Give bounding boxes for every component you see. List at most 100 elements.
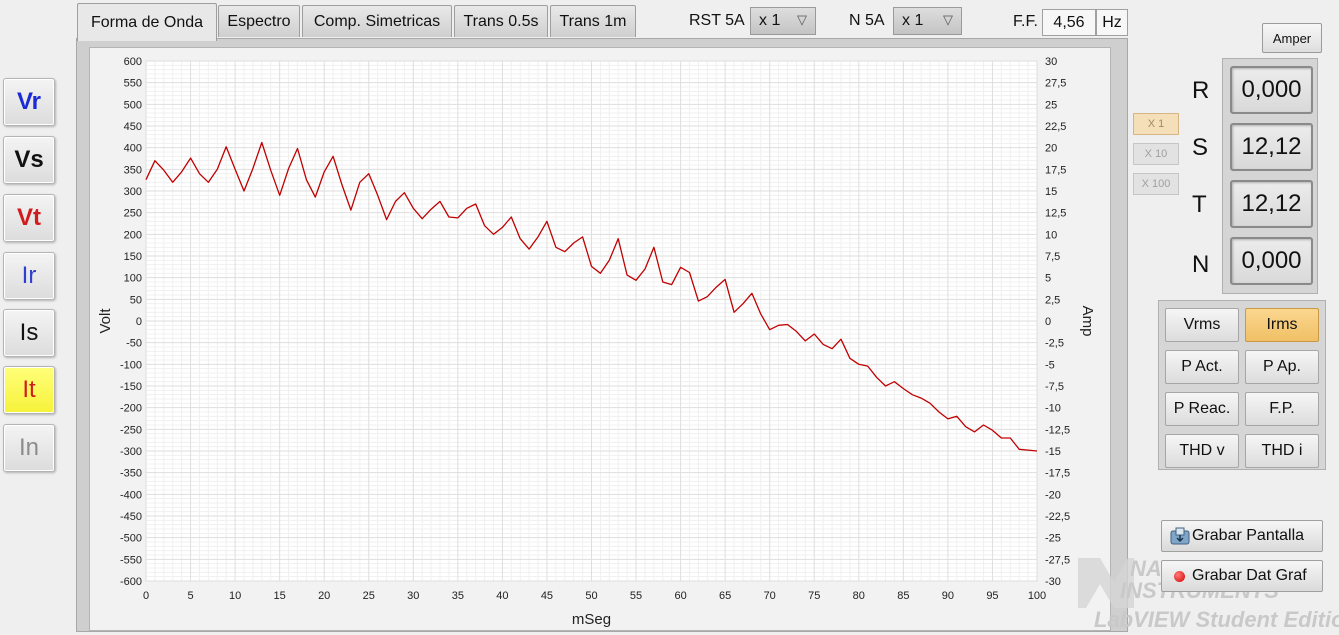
y2-tick-label: -27,5 bbox=[1045, 554, 1070, 566]
frequency-unit: Hz bbox=[1096, 9, 1128, 36]
y2-tick-label: 15 bbox=[1045, 186, 1057, 198]
measure-button-vrms[interactable]: Vrms bbox=[1165, 308, 1239, 342]
n-scale-dropdown[interactable]: x 1 ▽ bbox=[893, 7, 962, 35]
phase-label-n: N bbox=[1192, 251, 1210, 278]
phase-label-t: T bbox=[1192, 191, 1207, 218]
x-tick-label: 70 bbox=[764, 590, 776, 602]
x-tick-label: 20 bbox=[318, 590, 330, 602]
x-tick-label: 45 bbox=[541, 590, 553, 602]
scale-button-x100[interactable]: X 100 bbox=[1133, 173, 1179, 195]
measure-button-p-act[interactable]: P Act. bbox=[1165, 350, 1239, 384]
channel-button-vr[interactable]: Vr bbox=[3, 78, 55, 126]
channel-button-it[interactable]: It bbox=[3, 366, 55, 414]
y2-tick-label: 2,5 bbox=[1045, 294, 1060, 306]
measure-button-p-ap[interactable]: P Ap. bbox=[1245, 350, 1319, 384]
y-tick-label: -500 bbox=[120, 533, 142, 545]
y-tick-label: 350 bbox=[124, 164, 142, 176]
y2-tick-label: 12,5 bbox=[1045, 208, 1066, 220]
tab-trans-1m[interactable]: Trans 1m bbox=[550, 5, 636, 37]
x-tick-label: 75 bbox=[808, 590, 820, 602]
x-tick-label: 5 bbox=[187, 590, 193, 602]
measure-button-irms[interactable]: Irms bbox=[1245, 308, 1319, 342]
y2-tick-label: -7,5 bbox=[1045, 381, 1064, 393]
measure-button-f-p[interactable]: F.P. bbox=[1245, 392, 1319, 426]
rst-label: RST 5A bbox=[689, 12, 745, 29]
y-tick-label: 550 bbox=[124, 78, 142, 90]
y-tick-label: 400 bbox=[124, 143, 142, 155]
phase-label-r: R bbox=[1192, 77, 1210, 104]
y2-tick-label: -12,5 bbox=[1045, 424, 1070, 436]
x-tick-label: 90 bbox=[942, 590, 954, 602]
y-tick-label: -100 bbox=[120, 359, 142, 371]
measure-button-thd-i[interactable]: THD i bbox=[1245, 434, 1319, 468]
waveform-chart: 0 5 10 15 20 25 30 35 40 45 50 55 60 65 70 75 80 85 90 95 10… bbox=[89, 47, 1111, 631]
y-tick-label: -200 bbox=[120, 403, 142, 415]
y2-tick-label: -17,5 bbox=[1045, 468, 1070, 480]
x-tick-label: 25 bbox=[363, 590, 375, 602]
tab-comp-simetricas[interactable]: Comp. Simetricas bbox=[302, 5, 452, 37]
x-tick-label: 40 bbox=[496, 590, 508, 602]
y2-tick-label: 20 bbox=[1045, 143, 1057, 155]
y2-tick-label: -10 bbox=[1045, 403, 1061, 415]
frequency-value: 4,56 bbox=[1042, 9, 1096, 36]
y2-tick-label: -30 bbox=[1045, 576, 1061, 588]
y-tick-label: 600 bbox=[124, 56, 142, 68]
y2-tick-label: -5 bbox=[1045, 359, 1055, 371]
rst-scale-value: x 1 bbox=[759, 12, 781, 29]
x-tick-label: 80 bbox=[853, 590, 865, 602]
x-tick-label: 50 bbox=[585, 590, 597, 602]
y-tick-label: -50 bbox=[126, 338, 142, 350]
record-led-icon bbox=[1174, 571, 1185, 582]
y-tick-label: -450 bbox=[120, 511, 142, 523]
y2-tick-label: -20 bbox=[1045, 489, 1061, 501]
y2-tick-label: 7,5 bbox=[1045, 251, 1060, 263]
scale-button-x10[interactable]: X 10 bbox=[1133, 143, 1179, 165]
y-tick-label: -150 bbox=[120, 381, 142, 393]
y2-tick-label: 17,5 bbox=[1045, 164, 1066, 176]
x-tick-label: 55 bbox=[630, 590, 642, 602]
channel-button-vt[interactable]: Vt bbox=[3, 194, 55, 242]
phase-value-n: 0,000 bbox=[1230, 237, 1313, 285]
y-tick-label: 150 bbox=[124, 251, 142, 263]
y-tick-label: 50 bbox=[130, 294, 142, 306]
rst-scale-dropdown[interactable]: x 1 ▽ bbox=[750, 7, 816, 35]
tab-forma-de-onda[interactable]: Forma de Onda bbox=[77, 3, 217, 41]
save-data-button[interactable]: Grabar Dat Graf bbox=[1161, 560, 1323, 592]
y-tick-label: 100 bbox=[124, 273, 142, 285]
amper-button[interactable]: Amper bbox=[1262, 23, 1322, 53]
x-tick-label: 85 bbox=[897, 590, 909, 602]
measure-button-thd-v[interactable]: THD v bbox=[1165, 434, 1239, 468]
measure-button-p-reac[interactable]: P Reac. bbox=[1165, 392, 1239, 426]
x-tick-label: 15 bbox=[274, 590, 286, 602]
x-tick-label: 10 bbox=[229, 590, 241, 602]
y2-tick-label: -2,5 bbox=[1045, 338, 1064, 350]
save-data-label: Grabar Dat Graf bbox=[1192, 567, 1307, 584]
waveform-chart-svg: 0 5 10 15 20 25 30 35 40 45 50 55 60 65 70 75 80 85 90 95 10… bbox=[97, 56, 1096, 628]
chevron-down-icon: ▽ bbox=[797, 12, 807, 27]
y2-tick-label: -22,5 bbox=[1045, 511, 1070, 523]
y2-tick-label: 27,5 bbox=[1045, 78, 1066, 90]
watermark-line3: LabVIEW Student Edition bbox=[1094, 607, 1339, 632]
x-tick-label: 35 bbox=[452, 590, 464, 602]
save-screen-button[interactable]: Grabar Pantalla bbox=[1161, 520, 1323, 552]
channel-button-in[interactable]: In bbox=[3, 424, 55, 472]
y2-tick-label: 25 bbox=[1045, 99, 1057, 111]
channel-button-is[interactable]: Is bbox=[3, 309, 55, 357]
y-tick-label: 250 bbox=[124, 208, 142, 220]
tab-trans-0-5s[interactable]: Trans 0.5s bbox=[454, 5, 548, 37]
x-tick-label: 65 bbox=[719, 590, 731, 602]
scale-button-x1[interactable]: X 1 bbox=[1133, 113, 1179, 135]
y-tick-label: -250 bbox=[120, 424, 142, 436]
x-tick-label: 60 bbox=[674, 590, 686, 602]
y2-axis-label: Amp bbox=[1079, 306, 1096, 337]
ff-label: F.F. bbox=[1013, 13, 1038, 30]
tab-espectro[interactable]: Espectro bbox=[218, 5, 300, 37]
channel-button-vs[interactable]: Vs bbox=[3, 136, 55, 184]
channel-button-ir[interactable]: Ir bbox=[3, 252, 55, 300]
n-scale-value: x 1 bbox=[902, 12, 924, 29]
x-axis-label: mSeg bbox=[572, 611, 611, 628]
y-tick-label: -300 bbox=[120, 446, 142, 458]
y-tick-label: -400 bbox=[120, 489, 142, 501]
y-tick-label: -350 bbox=[120, 468, 142, 480]
x-tick-label: 0 bbox=[143, 590, 149, 602]
